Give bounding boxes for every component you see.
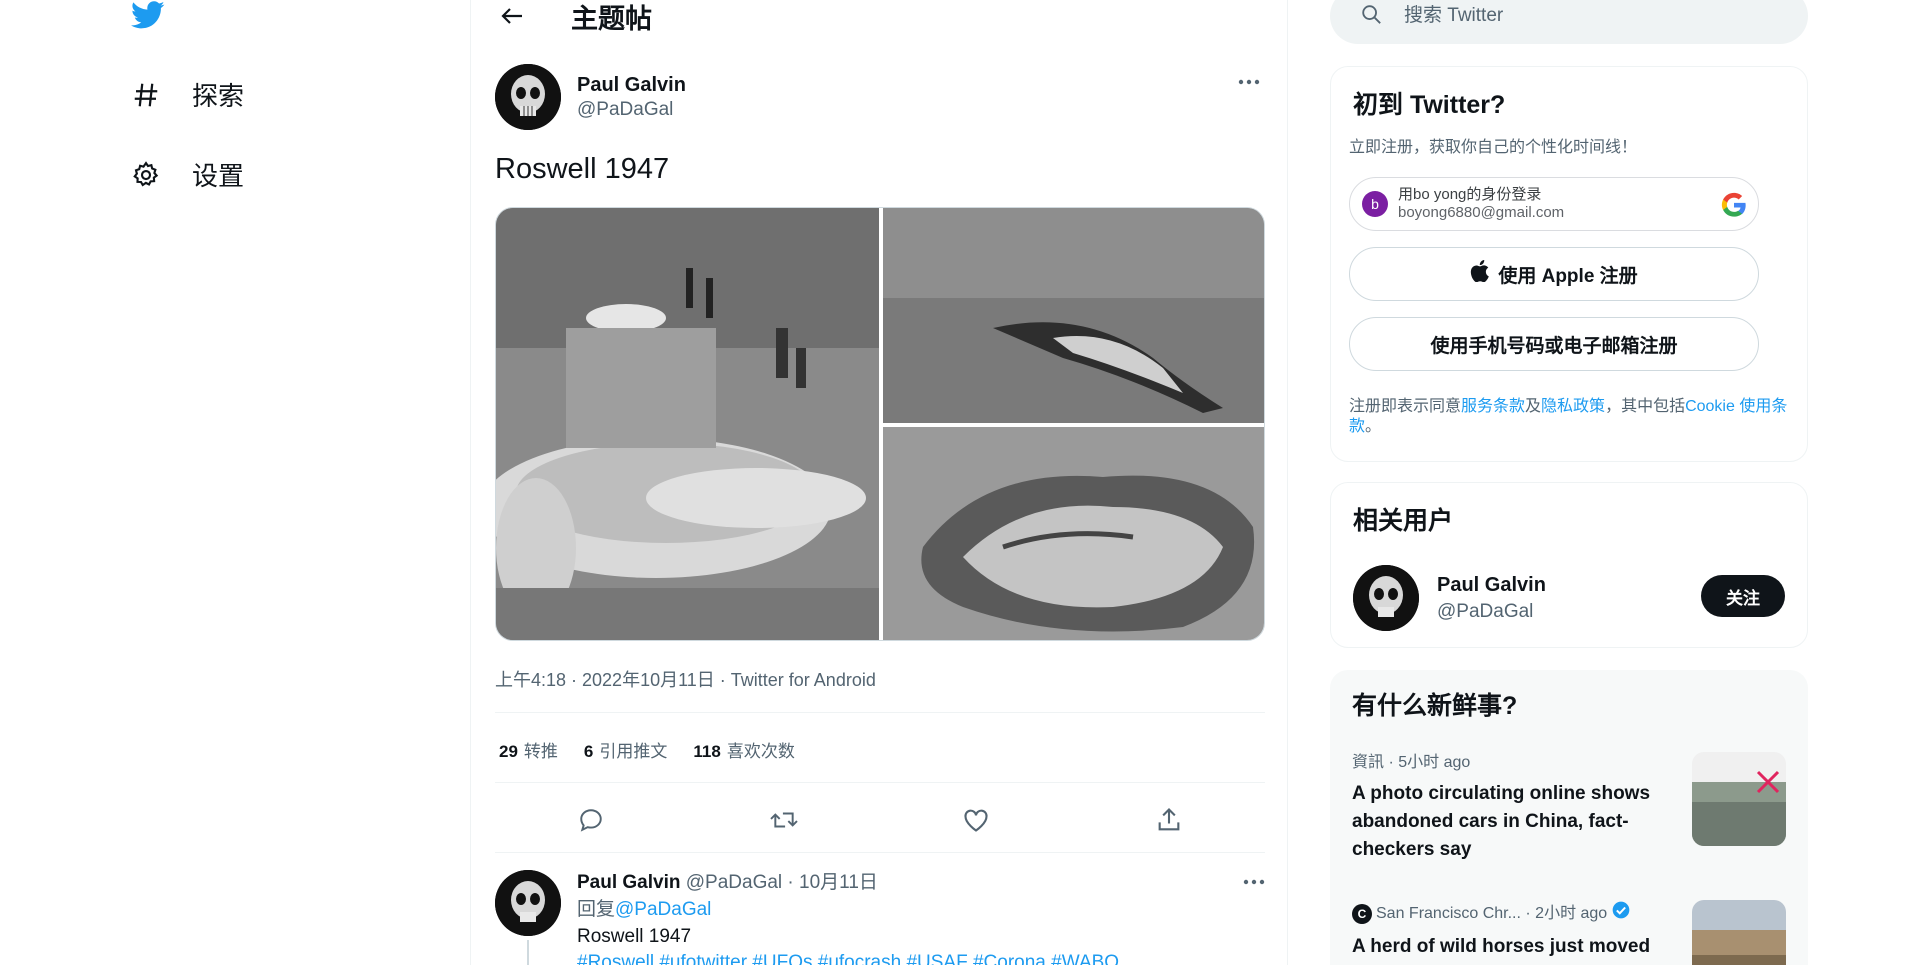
google-account-name: 用bo yong的身份登录 [1398, 186, 1542, 203]
trends-card: 有什么新鲜事? 資訊 · 5小时 ago A photo circulating… [1330, 670, 1808, 965]
phone-email-signup-label: 使用手机号码或电子邮箱注册 [1430, 335, 1678, 357]
signup-subtitle: 立即注册，获取你自己的个性化时间线！ [1349, 139, 1638, 156]
tweet-actions [495, 800, 1265, 840]
legal-mid: ，其中包括 [1605, 398, 1686, 415]
search-icon [1360, 3, 1382, 30]
reply-to-prefix: 回复 [577, 899, 616, 920]
nav-item-label: 探索 [192, 81, 245, 111]
related-title: 相关用户 [1353, 507, 1454, 535]
reply-header: Paul Galvin @PaDaGal · 10月11日 [577, 870, 1257, 896]
google-account-avatar: b [1362, 191, 1388, 217]
author-handle[interactable]: @PaDaGal [577, 98, 686, 122]
tweet-stats: 29 转推 6 引用推文 118 喜欢次数 [499, 737, 795, 762]
search-input[interactable] [1404, 5, 1764, 27]
reply-to-handle-link[interactable]: @PaDaGal [615, 899, 711, 920]
author-handle-date[interactable]: @PaDaGal · 10月11日 [686, 872, 878, 893]
more-options-icon[interactable] [1233, 70, 1265, 94]
hashtag-icon [128, 77, 164, 113]
tweet-photo[interactable] [883, 208, 1264, 423]
author-name[interactable]: Paul Galvin [577, 72, 686, 98]
trend-item[interactable]: 資訊 · 5小时 ago A photo circulating online … [1352, 752, 1786, 864]
quotes-stat[interactable]: 6 引用推文 [584, 737, 667, 762]
tweet-timestamp[interactable]: 上午4:18 · 2022年10月11日 · Twitter for Andro… [495, 666, 876, 692]
divider [495, 782, 1265, 783]
thread-header: 主题帖 [495, 0, 652, 34]
nav-item-explore[interactable]: 探索 [128, 76, 244, 113]
avatar[interactable] [495, 870, 561, 936]
retweet-icon[interactable] [764, 800, 804, 840]
related-user-name[interactable]: Paul Galvin [1437, 571, 1546, 599]
legal-end: 。 [1365, 418, 1382, 435]
trend-headline: A photo circulating online shows abandon… [1352, 783, 1651, 860]
nav-item-label: 设置 [192, 161, 245, 191]
likes-stat[interactable]: 118 喜欢次数 [693, 737, 794, 762]
related-users-card: 相关用户 Paul Galvin @PaDaGal 关注 [1330, 482, 1808, 648]
author-name[interactable]: Paul Galvin [577, 872, 680, 893]
reply-body: Paul Galvin @PaDaGal · 10月11日 回复@PaDaGal… [577, 870, 1257, 965]
tweet-text: Roswell 1947 [495, 153, 670, 185]
trend-thumbnail [1692, 900, 1786, 965]
divider [495, 712, 1265, 713]
trend-thumbnail [1692, 752, 1786, 846]
divider [495, 852, 1265, 853]
legal-prefix: 注册即表示同意 [1349, 398, 1462, 415]
signup-title: 初到 Twitter? [1353, 91, 1506, 119]
privacy-link[interactable]: 隐私政策 [1541, 398, 1605, 415]
share-icon[interactable] [1149, 800, 1189, 840]
sidebar-right: 初到 Twitter? 立即注册，获取你自己的个性化时间线！ b 用bo yon… [1330, 0, 1810, 965]
avatar[interactable] [1353, 565, 1419, 631]
signup-card: 初到 Twitter? 立即注册，获取你自己的个性化时间线！ b 用bo yon… [1330, 66, 1808, 462]
verified-badge-icon [1611, 900, 1631, 927]
related-user[interactable]: Paul Galvin @PaDaGal [1353, 565, 1546, 631]
news-source-icon: C [1352, 903, 1372, 924]
thread-line [527, 940, 529, 965]
legal-and: 及 [1525, 398, 1542, 415]
left-navigation: 探索 设置 [0, 0, 470, 965]
reply-icon[interactable] [571, 800, 611, 840]
tweet-media-grid [495, 207, 1265, 641]
trend-item[interactable]: C San Francisco Chr... · 2小时 ago A herd … [1352, 900, 1786, 965]
related-user-handle[interactable]: @PaDaGal [1437, 599, 1546, 625]
retweets-stat[interactable]: 29 转推 [499, 737, 558, 762]
twitter-logo-icon[interactable] [128, 0, 168, 32]
tweet-author[interactable]: Paul Galvin @PaDaGal [495, 64, 686, 130]
terms-link[interactable]: 服务条款 [1461, 398, 1525, 415]
page-title: 主题帖 [571, 3, 652, 34]
google-account-email: boyong6880@gmail.com [1398, 204, 1565, 221]
trends-title: 有什么新鲜事? [1352, 692, 1518, 720]
apple-logo-icon [1470, 260, 1490, 288]
apple-signup-button[interactable]: 使用 Apple 注册 [1349, 247, 1759, 301]
thread-column: 主题帖 Paul Galvin @PaDaGal Roswell 1947 上午… [470, 0, 1288, 965]
google-signin-button[interactable]: b 用bo yong的身份登录 boyong6880@gmail.com [1349, 177, 1759, 231]
phone-email-signup-button[interactable]: 使用手机号码或电子邮箱注册 [1349, 317, 1759, 371]
replying-to: 回复@PaDaGal [577, 896, 1257, 924]
tweet-photo[interactable] [883, 427, 1264, 640]
nav-item-settings[interactable]: 设置 [128, 156, 244, 193]
trend-headline: A herd of wild horses just moved into th… [1352, 936, 1651, 965]
avatar[interactable] [495, 64, 561, 130]
apple-signup-label: 使用 Apple 注册 [1498, 265, 1638, 287]
signup-legal-text: 注册即表示同意服务条款及隐私政策，其中包括Cookie 使用条款。 [1349, 397, 1789, 437]
search-bar[interactable] [1330, 0, 1808, 44]
google-logo-icon [1720, 191, 1748, 224]
trend-source-meta: San Francisco Chr... · 2小时 ago [1376, 904, 1608, 922]
tweet-photo[interactable] [496, 208, 879, 640]
like-heart-icon[interactable] [956, 800, 996, 840]
more-options-icon[interactable] [1243, 872, 1265, 890]
follow-button[interactable]: 关注 [1701, 575, 1785, 617]
hashtag-links[interactable]: #Roswell #ufotwitter #UFOs #ufocrash #US… [577, 950, 1257, 965]
back-arrow-icon[interactable] [495, 1, 529, 31]
reply-text: Roswell 1947 [577, 926, 692, 947]
gear-icon [128, 157, 164, 193]
